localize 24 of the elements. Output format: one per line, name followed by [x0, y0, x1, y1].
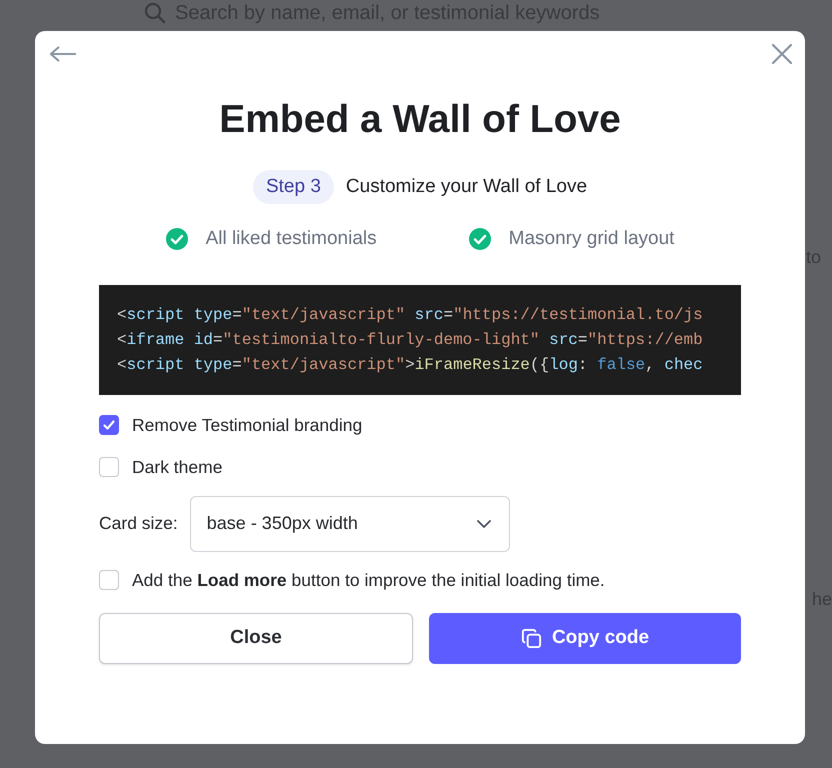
code-line: <iframe id="testimonialto-flurly-demo-light" src="https://emb	[117, 330, 703, 351]
search-icon	[143, 1, 167, 25]
checkbox[interactable]	[99, 457, 119, 478]
checkmark-icon	[102, 418, 116, 432]
step-badge: Step 3	[252, 170, 334, 204]
checkbox[interactable]	[99, 570, 119, 590]
back-button[interactable]	[49, 46, 77, 62]
code-line: <script type="text/javascript" src="https://testimonial.to/js	[117, 304, 703, 326]
checkbox-label: Remove Testimonial branding	[132, 414, 362, 436]
close-dialog-button[interactable]: Close	[99, 612, 413, 664]
step-title: Customize your Wall of Love	[346, 176, 588, 198]
chevron-down-icon	[476, 520, 491, 528]
feature-label: All liked testimonials	[206, 228, 377, 250]
checkbox[interactable]	[99, 415, 119, 436]
copy-icon	[520, 628, 542, 649]
dialog-title: Embed a Wall of Love	[218, 97, 622, 143]
checkbox-label: Dark theme	[132, 456, 222, 478]
card-size-label: Card size:	[99, 513, 178, 534]
checkbox-label: Add the Load more button to improve the initial loading time.	[132, 570, 605, 591]
code-line: <script type="text/javascript">iFrameResize({log: false, chec	[117, 354, 703, 376]
close-button[interactable]	[771, 43, 793, 65]
feature-label: Masonry grid layout	[508, 228, 674, 250]
copy-code-button[interactable]: Copy code	[429, 612, 741, 664]
card-size-select[interactable]: base - 350px width	[190, 496, 510, 552]
